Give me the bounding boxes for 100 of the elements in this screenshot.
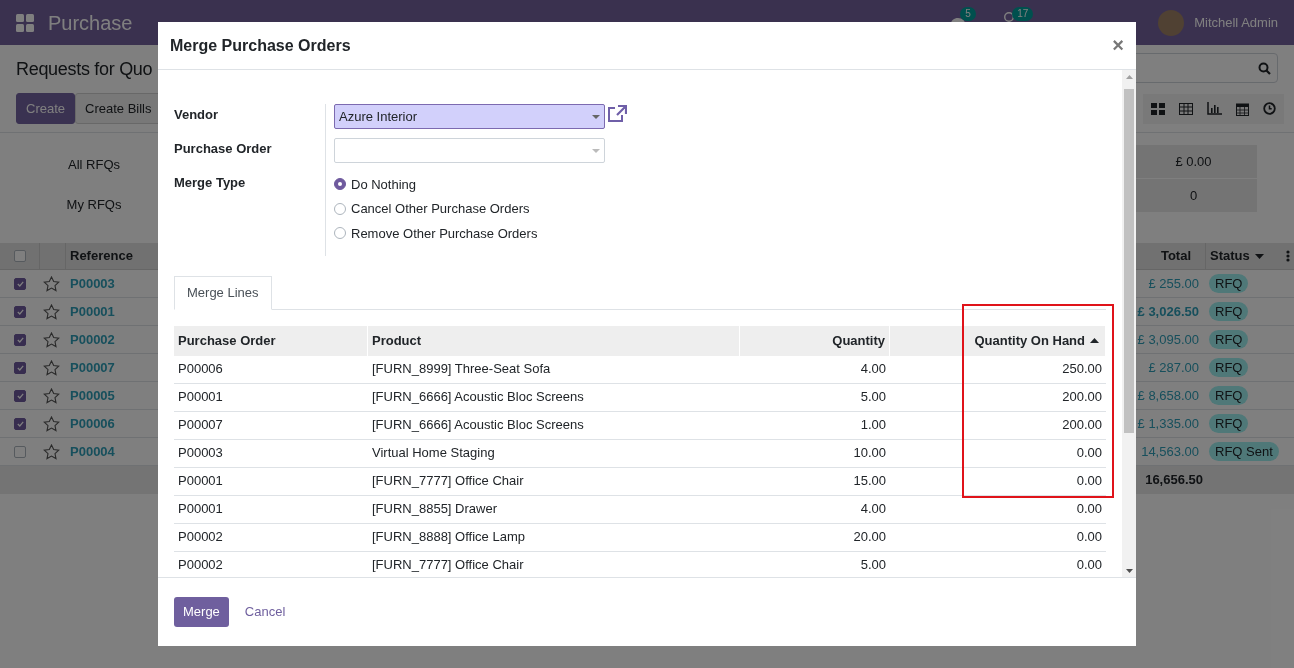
- radio-label[interactable]: Cancel Other Purchase Orders: [351, 199, 530, 219]
- check-icon: [16, 364, 24, 371]
- column-header[interactable]: Reference: [70, 246, 133, 266]
- star-icon: [43, 443, 60, 460]
- checkbox[interactable]: [14, 305, 26, 318]
- table-cell-text: P00002: [178, 556, 223, 575]
- select-field[interactable]: Azure Interior: [334, 104, 605, 129]
- field-label: Merge Type: [174, 174, 246, 192]
- column-header[interactable]: Product: [368, 325, 740, 356]
- checkbox[interactable]: [14, 277, 26, 290]
- check-icon: [16, 280, 24, 287]
- caret-icon: [1254, 253, 1264, 259]
- reference-link[interactable]: P00005: [70, 385, 115, 406]
- radio-label[interactable]: Do Nothing: [351, 174, 417, 194]
- table-cell-text: [FURN_8855] Drawer: [372, 500, 497, 519]
- scrollbar-thumb[interactable]: [1124, 89, 1134, 433]
- status-badge: RFQ Sent: [1209, 441, 1279, 461]
- reference-link[interactable]: P00004: [70, 441, 115, 462]
- reference-link[interactable]: P00006: [70, 413, 115, 434]
- check-icon: [16, 420, 24, 427]
- table-cell-text: [FURN_6666] Acoustic Bloc Screens: [372, 388, 584, 407]
- table-cell-text: 10.00: [853, 444, 886, 463]
- status-badge: RFQ: [1209, 357, 1249, 377]
- total-amount: 14,563.00: [1141, 442, 1199, 461]
- reference-link[interactable]: P00002: [70, 329, 115, 350]
- table-cell-text: 4.00: [860, 360, 886, 379]
- external-link-icon: [607, 105, 627, 123]
- column-header[interactable]: Total: [1160, 246, 1191, 266]
- checkbox[interactable]: [14, 389, 26, 402]
- field-label: Vendor: [174, 106, 219, 124]
- status-badge: RFQ: [1209, 413, 1249, 433]
- table-cell-text: 4.00: [860, 500, 886, 519]
- radio-button[interactable]: [334, 227, 346, 240]
- table-cell-text: P00001: [178, 500, 223, 519]
- close-button[interactable]: ×: [1112, 34, 1124, 57]
- breadcrumb-title: Requests for Quo: [16, 57, 153, 81]
- column-header[interactable]: Quantity: [740, 325, 890, 356]
- select-field[interactable]: [334, 138, 605, 163]
- reference-link[interactable]: P00007: [70, 357, 115, 378]
- dashboard-filter[interactable]: My RFQs: [66, 195, 122, 215]
- star-icon: [43, 303, 60, 320]
- tab[interactable]: Merge Lines: [174, 275, 272, 310]
- reference-link[interactable]: P00001: [70, 301, 115, 322]
- merge-button[interactable]: Merge: [174, 597, 229, 627]
- table-cell-text: P00006: [178, 360, 223, 379]
- table-cell-text: [FURN_8999] Three-Seat Sofa: [372, 360, 551, 379]
- radio-button[interactable]: [334, 178, 346, 191]
- table-cell-text: [FURN_7777] Office Chair: [372, 472, 524, 491]
- table-cell-text: P00003: [178, 444, 223, 463]
- table-cell-text: 0.00: [1076, 444, 1102, 463]
- field-label: Purchase Order: [174, 140, 272, 158]
- cancel-link[interactable]: Cancel: [244, 602, 286, 622]
- scroll-up-icon: [1125, 75, 1133, 79]
- user-name[interactable]: Mitchell Admin: [1194, 12, 1278, 33]
- table-cell-text: [FURN_6666] Acoustic Bloc Screens: [372, 416, 584, 435]
- notification-count: 17: [1012, 6, 1034, 21]
- dashboard-filter[interactable]: All RFQs: [68, 155, 120, 175]
- check-icon: [16, 392, 24, 399]
- total-amount: £ 255.00: [1148, 274, 1199, 293]
- star-icon: [43, 415, 60, 432]
- table-cell-text: 20.00: [853, 528, 886, 547]
- table-cell-text: 0.00: [1076, 556, 1102, 575]
- table-cell-text: 5.00: [860, 388, 886, 407]
- column-header[interactable]: Purchase Order: [174, 325, 368, 356]
- total-amount: £ 1,335.00: [1137, 414, 1199, 433]
- total-amount: £ 3,095.00: [1137, 330, 1199, 349]
- checkbox[interactable]: [13, 250, 26, 262]
- check-icon: [16, 308, 24, 315]
- total-amount: £ 3,026.50: [1137, 302, 1199, 321]
- checkbox[interactable]: [14, 361, 26, 374]
- star-icon: [43, 359, 60, 376]
- table-cell-text: 200.00: [1062, 388, 1102, 407]
- table-cell-text: Virtual Home Staging: [372, 444, 495, 463]
- apps-menu-icon: [16, 13, 34, 32]
- table-view-icon: [1179, 102, 1193, 115]
- checkbox[interactable]: [14, 445, 26, 458]
- table-cell-text: 0.00: [1076, 500, 1102, 519]
- column-header[interactable]: Quantity On Hand: [890, 325, 1106, 356]
- status-badge: RFQ: [1209, 329, 1249, 349]
- checkbox[interactable]: [14, 417, 26, 430]
- column-header[interactable]: Status: [1205, 243, 1285, 269]
- bar-chart-view-icon: [1207, 102, 1222, 115]
- reference-link[interactable]: P00003: [70, 273, 115, 294]
- table-cell-text: 250.00: [1062, 360, 1102, 379]
- radio-button[interactable]: [334, 202, 346, 215]
- star-icon: [43, 387, 60, 404]
- table-cell-text: P00001: [178, 388, 223, 407]
- check-icon: [16, 336, 24, 343]
- search-icon: [1258, 61, 1271, 75]
- radio-label[interactable]: Remove Other Purchase Orders: [351, 223, 538, 243]
- clock-icon: [1263, 102, 1276, 115]
- create-button[interactable]: Create: [16, 93, 76, 124]
- table-cell-text: 200.00: [1062, 416, 1102, 435]
- checkbox[interactable]: [14, 333, 26, 346]
- table-cell-text: 0.00: [1076, 472, 1102, 491]
- star-icon: [43, 275, 60, 292]
- app-title[interactable]: Purchase: [48, 7, 133, 38]
- table-cell-text: 0.00: [1076, 528, 1102, 547]
- table-cell-text: 5.00: [860, 556, 886, 575]
- scrollbar[interactable]: [1122, 70, 1136, 577]
